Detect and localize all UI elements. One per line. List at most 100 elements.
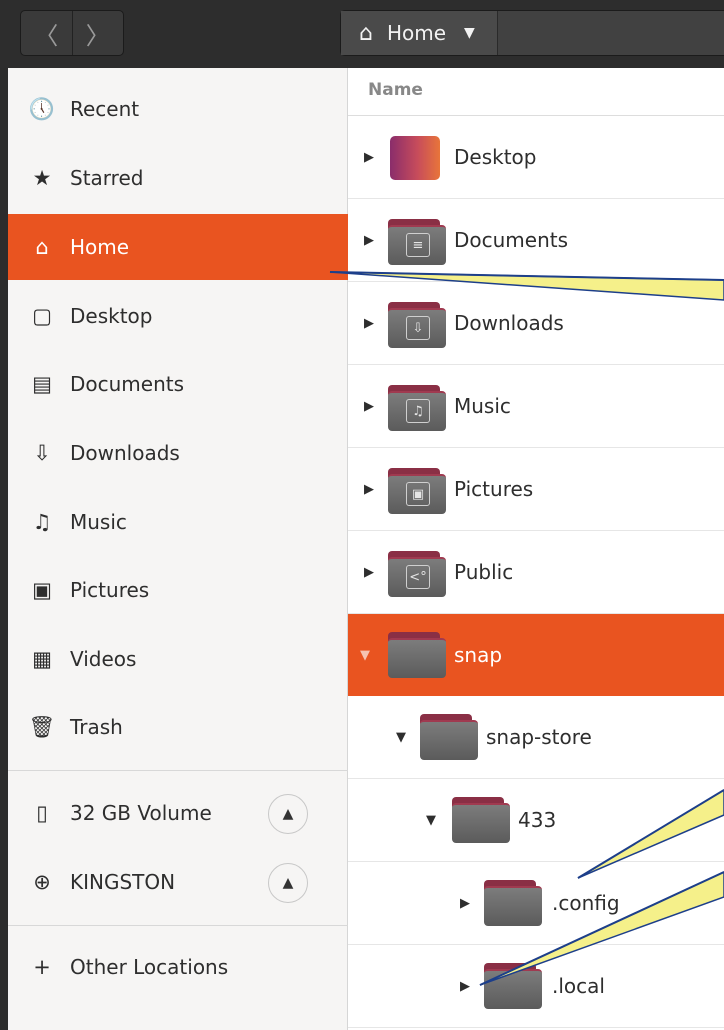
list-item-documents[interactable]: ▶ ≡ Documents: [348, 199, 724, 282]
sidebar-item-label: Home: [70, 235, 130, 259]
drive-icon: ▯: [36, 801, 48, 825]
sidebar-item-desktop[interactable]: ▢ Desktop: [8, 289, 348, 343]
sidebar-item-starred[interactable]: ★ Starred: [8, 151, 348, 205]
list-item-music[interactable]: ▶ ♫ Music: [348, 365, 724, 448]
expander-arrow-icon[interactable]: ▶: [364, 233, 374, 248]
sidebar-item-music[interactable]: ♫ Music: [8, 495, 348, 549]
file-name: Desktop: [454, 145, 537, 169]
eject-button[interactable]: ▲: [268, 863, 308, 903]
list-item-433[interactable]: ▼ 433: [348, 779, 724, 862]
home-icon: ⌂: [35, 235, 49, 259]
expander-arrow-icon[interactable]: ▶: [460, 896, 470, 911]
music-folder-icon: ♫: [388, 385, 446, 431]
sidebar-item-label: Music: [70, 510, 127, 534]
downloads-folder-icon: ⇩: [388, 302, 446, 348]
expander-arrow-icon[interactable]: ▶: [460, 979, 470, 994]
sidebar-divider: [8, 925, 348, 926]
expander-arrow-icon[interactable]: ▼: [426, 813, 436, 828]
sidebar-item-label: KINGSTON: [70, 870, 176, 894]
sidebar-item-home[interactable]: ⌂ Home: [8, 214, 348, 280]
file-name: snap: [454, 643, 503, 667]
path-bar: ⌂ Home ▼: [340, 10, 724, 56]
picture-icon: ▣: [32, 578, 52, 602]
sidebar-item-label: Trash: [70, 715, 123, 739]
file-name: Downloads: [454, 311, 564, 335]
expander-arrow-icon[interactable]: ▶: [364, 565, 374, 580]
file-name: Pictures: [454, 477, 534, 501]
trash-icon: 🗑: [28, 714, 56, 739]
sidebar-item-trash[interactable]: 🗑 Trash: [8, 700, 348, 754]
music-icon: ♫: [32, 510, 52, 534]
sidebar-item-recent[interactable]: 🕔 Recent: [8, 82, 348, 136]
sidebar-item-label: 32 GB Volume: [70, 801, 212, 825]
sidebar-item-label: Desktop: [70, 304, 153, 328]
eject-button[interactable]: ▲: [268, 794, 308, 834]
file-name: .config: [552, 891, 620, 915]
documents-folder-icon: ≡: [388, 219, 446, 265]
sidebar-item-label: Downloads: [70, 441, 180, 465]
sidebar-item-kingston[interactable]: ⊕ KINGSTON ▲: [8, 855, 348, 909]
list-item-downloads[interactable]: ▶ ⇩ Downloads: [348, 282, 724, 365]
expander-arrow-icon[interactable]: ▼: [360, 648, 370, 663]
sidebar-item-documents[interactable]: ▤ Documents: [8, 357, 348, 411]
expander-arrow-icon[interactable]: ▶: [364, 316, 374, 331]
folder-icon: [420, 714, 478, 760]
chevron-down-icon: ▼: [464, 25, 475, 41]
list-item-snap-store[interactable]: ▼ snap-store: [348, 696, 724, 779]
plus-icon: +: [33, 955, 51, 979]
usb-icon: ⊕: [33, 870, 51, 894]
column-header-name[interactable]: Name: [348, 68, 724, 116]
expander-arrow-icon[interactable]: ▶: [364, 482, 374, 497]
list-item-local[interactable]: ▶ .local: [348, 945, 724, 1028]
video-icon: ▦: [32, 647, 52, 671]
document-icon: ▤: [32, 372, 52, 396]
pictures-folder-icon: ▣: [388, 468, 446, 514]
header-bar: 〈 〉 ⌂ Home ▼: [0, 0, 724, 68]
file-name: snap-store: [486, 725, 592, 749]
download-icon: ⇩: [33, 441, 51, 465]
path-home-button[interactable]: ⌂ Home ▼: [341, 11, 498, 55]
home-icon: ⌂: [359, 20, 373, 46]
sidebar-item-other-locations[interactable]: + Other Locations: [8, 940, 348, 994]
desktop-folder-icon: [390, 136, 440, 180]
chevron-right-icon: 〉: [85, 21, 110, 50]
desktop-icon: ▢: [32, 304, 52, 328]
list-item-public[interactable]: ▶ <° Public: [348, 531, 724, 614]
expander-arrow-icon[interactable]: ▶: [364, 150, 374, 165]
expander-arrow-icon[interactable]: ▶: [364, 399, 374, 414]
clock-icon: 🕔: [28, 96, 56, 121]
sidebar-item-label: Starred: [70, 166, 144, 190]
list-item-config[interactable]: ▶ .config: [348, 862, 724, 945]
list-item-pictures[interactable]: ▶ ▣ Pictures: [348, 448, 724, 531]
file-list: Name ▶ Desktop ▶ ≡ Documents ▶ ⇩ Downloa…: [348, 68, 724, 1030]
folder-icon: [484, 880, 542, 926]
expander-arrow-icon[interactable]: ▼: [396, 730, 406, 745]
list-item-desktop[interactable]: ▶ Desktop: [348, 116, 724, 199]
file-name: Music: [454, 394, 511, 418]
back-button[interactable]: 〈: [21, 11, 73, 55]
forward-button[interactable]: 〉: [73, 11, 124, 55]
folder-icon: [484, 963, 542, 1009]
public-folder-icon: <°: [388, 551, 446, 597]
sidebar-item-label: Other Locations: [70, 955, 229, 979]
list-item-snap[interactable]: ▼ snap: [348, 614, 724, 696]
file-name: Documents: [454, 228, 569, 252]
file-name: 433: [518, 808, 557, 832]
sidebar-item-pictures[interactable]: ▣ Pictures: [8, 563, 348, 617]
sidebar-item-label: Pictures: [70, 578, 150, 602]
sidebar: 🕔 Recent ★ Starred ⌂ Home ▢ Desktop ▤ Do…: [8, 68, 348, 1030]
eject-icon: ▲: [282, 806, 294, 822]
folder-icon: [388, 632, 446, 678]
sidebar-item-videos[interactable]: ▦ Videos: [8, 632, 348, 686]
star-icon: ★: [32, 166, 52, 190]
file-name: .local: [552, 974, 605, 998]
eject-icon: ▲: [282, 875, 294, 891]
sidebar-item-32gb-volume[interactable]: ▯ 32 GB Volume ▲: [8, 786, 348, 840]
chevron-left-icon: 〈: [34, 21, 59, 50]
sidebar-item-label: Videos: [70, 647, 137, 671]
sidebar-item-downloads[interactable]: ⇩ Downloads: [8, 426, 348, 480]
sidebar-item-label: Documents: [70, 372, 185, 396]
sidebar-divider: [8, 770, 348, 771]
folder-icon: [452, 797, 510, 843]
navigation-buttons: 〈 〉: [20, 10, 124, 56]
